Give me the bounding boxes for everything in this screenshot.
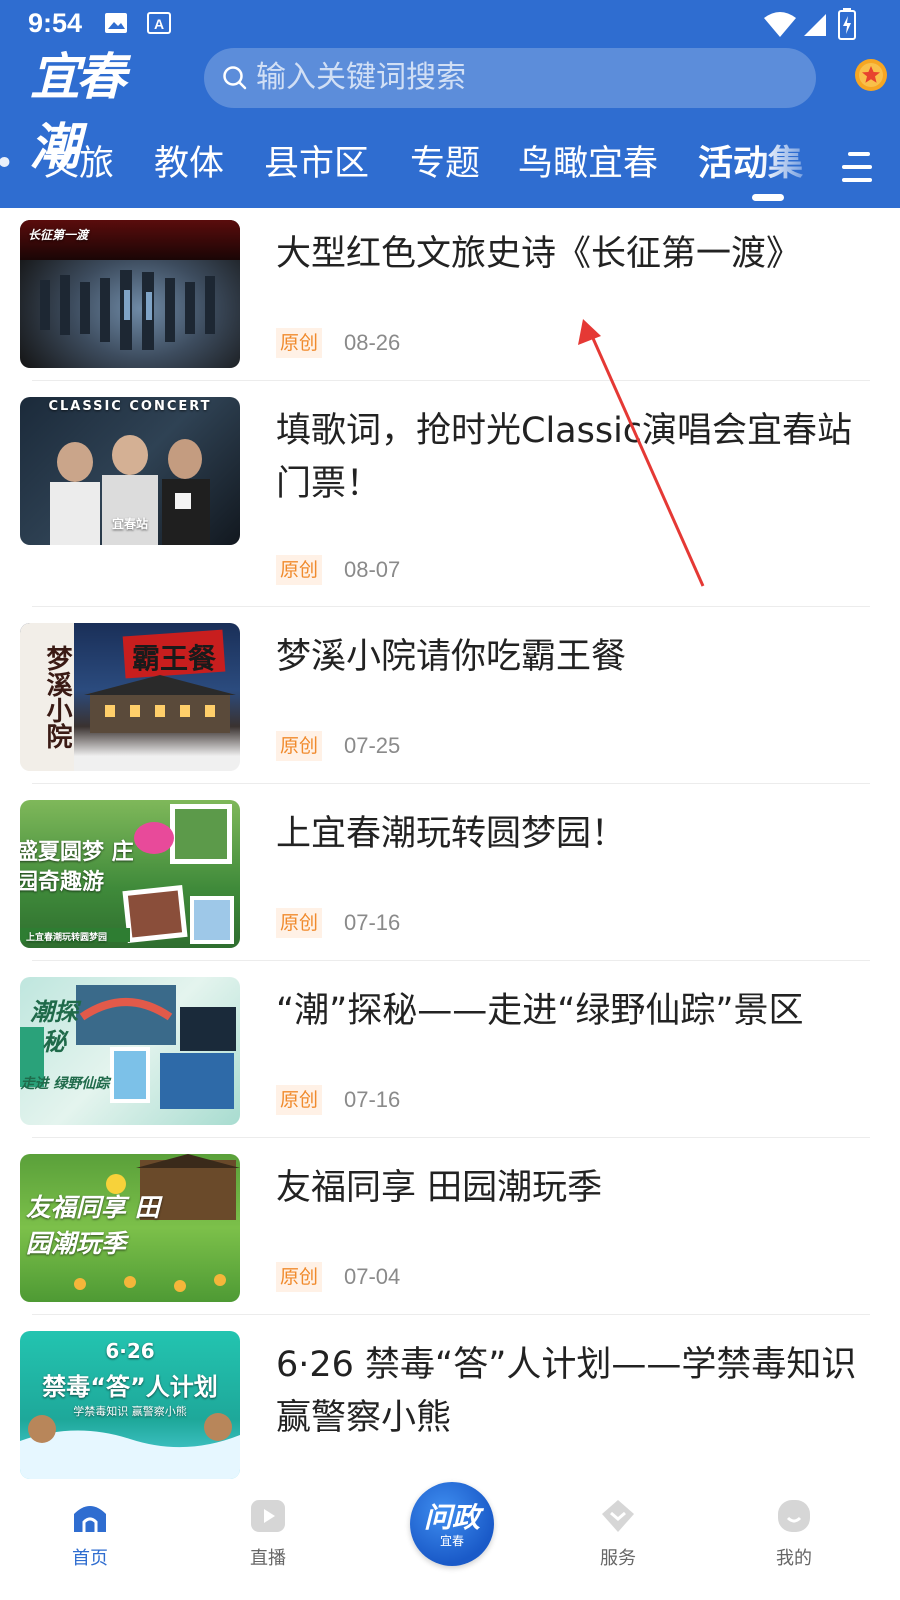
article-thumbnail: CLASSIC CONCERT 宜春站 xyxy=(20,397,240,545)
article-title[interactable]: 上宜春潮玩转圆梦园！ xyxy=(276,808,886,861)
wifi-icon xyxy=(764,12,796,37)
article-title[interactable]: “潮”探秘——走进“绿野仙踪”景区 xyxy=(276,985,886,1038)
app-header: 9:54 A 宜春潮 输入关键词搜索 文旅 教体 县市区 专题 鸟瞰宜春 活动集 xyxy=(0,0,900,208)
divider xyxy=(32,606,870,607)
original-badge: 原创 xyxy=(276,731,323,761)
article-date: 07-04 xyxy=(344,1264,401,1289)
app-logo[interactable]: 宜春潮 xyxy=(30,42,165,176)
nav-home[interactable]: 首页 xyxy=(30,1480,150,1600)
nav-profile-label: 我的 xyxy=(776,1548,812,1569)
nav-service-label: 服务 xyxy=(600,1548,636,1569)
nav-service[interactable]: 服务 xyxy=(558,1480,678,1600)
tab-wenlv[interactable]: 文旅 xyxy=(44,142,114,186)
bottom-navigation: 首页 直播 问政 宜春 服务 我的 xyxy=(0,1480,900,1600)
tab-niaokan[interactable]: 鸟瞰宜春 xyxy=(518,142,658,186)
article-date: 07-25 xyxy=(344,733,401,758)
nav-live-label: 直播 xyxy=(250,1548,286,1569)
article-date: 08-26 xyxy=(344,330,401,355)
nav-live[interactable]: 直播 xyxy=(208,1480,328,1600)
original-badge: 原创 xyxy=(276,1085,323,1115)
center-button-text: 问政 xyxy=(423,1501,480,1534)
nav-profile[interactable]: 我的 xyxy=(734,1480,854,1600)
article-title[interactable]: 填歌词，抢时光Classic演唱会宜春站门票！ xyxy=(276,405,886,511)
menu-icon[interactable] xyxy=(840,150,874,184)
search-icon xyxy=(223,66,247,90)
search-placeholder: 输入关键词搜索 xyxy=(256,60,466,95)
play-icon xyxy=(251,1500,285,1532)
article-date: 07-16 xyxy=(344,910,401,935)
original-badge: 原创 xyxy=(276,1262,323,1292)
tab-jiaoti[interactable]: 教体 xyxy=(154,142,224,186)
article-date: 07-16 xyxy=(344,1087,401,1112)
service-icon xyxy=(602,1500,634,1532)
article-title[interactable]: 6·26 禁毒“答”人计划——学禁毒知识 赢警察小熊 xyxy=(276,1339,886,1445)
status-time: 9:54 xyxy=(28,8,83,38)
article-thumbnail: 友福同享 田园潮玩季 xyxy=(20,1154,240,1302)
article-date: 08-07 xyxy=(344,557,401,582)
article-thumbnail: 6·26 禁毒“答”人计划 学禁毒知识 赢警察小熊 xyxy=(20,1331,240,1479)
article-thumbnail: 盛夏圆梦 庄园奇趣游 上宜春潮玩转圆梦园 xyxy=(20,800,240,948)
svg-text:A: A xyxy=(154,16,164,32)
article-title[interactable]: 友福同享 田园潮玩季 xyxy=(276,1162,886,1215)
search-bar[interactable]: 输入关键词搜索 xyxy=(204,48,816,108)
article-thumbnail: 长征第一渡 xyxy=(20,220,240,368)
article-thumbnail: 潮探秘 走进 绿野仙踪 xyxy=(20,977,240,1125)
tab-zhuanti[interactable]: 专题 xyxy=(410,142,480,186)
divider xyxy=(32,1137,870,1138)
divider xyxy=(32,960,870,961)
original-badge: 原创 xyxy=(276,908,323,938)
divider xyxy=(32,380,870,381)
article-thumbnail: 梦溪小院 霸王餐 xyxy=(20,623,240,771)
status-bar: 9:54 A xyxy=(0,0,900,48)
gallery-notification-icon xyxy=(105,13,127,33)
nav-home-label: 首页 xyxy=(72,1548,108,1569)
article-title[interactable]: 大型红色文旅史诗《长征第一渡》 xyxy=(276,228,886,281)
divider xyxy=(32,1314,870,1315)
center-button-sub: 宜春 xyxy=(439,1534,464,1548)
tab-xianshiqu[interactable]: 县市区 xyxy=(264,142,369,186)
coin-star-icon[interactable] xyxy=(854,58,888,92)
app-notification-icon: A xyxy=(147,12,171,34)
original-badge: 原创 xyxy=(276,555,323,585)
home-icon xyxy=(74,1506,106,1532)
article-title[interactable]: 梦溪小院请你吃霸王餐 xyxy=(276,631,886,684)
active-tab-indicator xyxy=(752,194,784,201)
profile-icon xyxy=(778,1500,810,1532)
tab-fade xyxy=(760,138,840,198)
divider xyxy=(32,783,870,784)
article-list: 长征第一渡 大型红色文旅史诗《长征第一渡》 原创 08-26 CLASSIC C… xyxy=(0,208,900,1480)
tab-partial[interactable]: • xyxy=(0,142,15,186)
original-badge: 原创 xyxy=(276,328,323,358)
battery-icon xyxy=(838,8,856,40)
signal-icon xyxy=(804,14,826,36)
wenzheng-center-button[interactable]: 问政 宜春 xyxy=(410,1482,494,1566)
category-tabs: • 文旅 教体 县市区 专题 鸟瞰宜春 活动集 xyxy=(0,138,900,208)
